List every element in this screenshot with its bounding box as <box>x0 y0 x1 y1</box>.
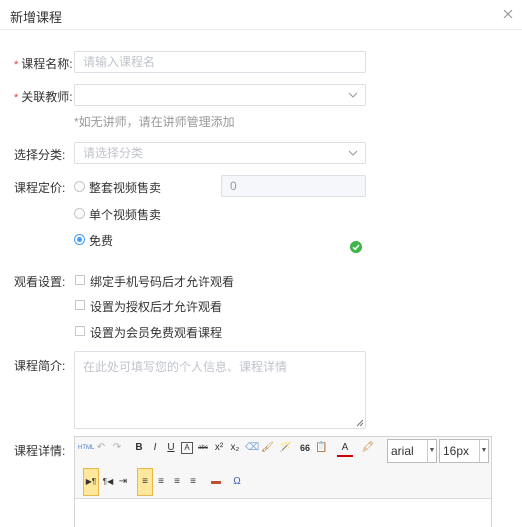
intro-textarea[interactable]: 在此处可填写您的个人信息、课程详情 <box>74 351 366 429</box>
viewing-checkbox-auth[interactable] <box>75 300 85 310</box>
insert-image-icon[interactable]: ▬ <box>209 473 223 491</box>
editor-content-area[interactable] <box>75 500 491 527</box>
teacher-hint: *如无讲师，请在讲师管理添加 <box>74 115 235 129</box>
viewing-option-auth[interactable]: 设置为授权后才允许观看 <box>90 298 222 315</box>
price-value: 0 <box>230 179 237 193</box>
category-placeholder: 请选择分类 <box>83 146 144 160</box>
font-border-icon[interactable]: A <box>181 442 193 454</box>
direction-rtl-icon[interactable]: ¶◀ <box>101 473 115 491</box>
course-name-placeholder: 请输入课程名 <box>83 55 156 69</box>
chevron-down-icon <box>348 92 358 98</box>
redo-icon[interactable]: ↷ <box>111 439 123 457</box>
indent-icon[interactable]: ⇥ <box>117 473 129 491</box>
editor-toolbar: HTML ↶ ↷ B I U A abc x² x₂ ⌫ 🖌 🪄 66 📋 A … <box>75 437 491 499</box>
rich-text-editor[interactable]: HTML ↶ ↷ B I U A abc x² x₂ ⌫ 🖌 🪄 66 📋 A … <box>74 436 492 527</box>
viewing-label: 观看设置: <box>14 275 66 289</box>
undo-icon[interactable]: ↶ <box>95 439 107 457</box>
teacher-label: * 关联教师: <box>14 90 73 104</box>
course-name-input[interactable]: 请输入课程名 <box>74 51 366 73</box>
pricing-label: 课程定价: <box>14 181 66 195</box>
pricing-radio-free[interactable] <box>74 234 85 245</box>
required-asterisk: * <box>14 92 19 104</box>
category-label: 选择分类: <box>14 148 66 162</box>
category-select[interactable]: 请选择分类 <box>74 142 366 164</box>
font-family-value: arial <box>391 444 414 458</box>
font-family-select[interactable]: arial ▼ <box>387 439 437 463</box>
intro-label: 课程简介: <box>14 359 66 373</box>
superscript-icon[interactable]: x² <box>213 439 225 457</box>
viewing-checkbox-phone[interactable] <box>75 275 85 285</box>
font-size-value: 16px <box>443 444 470 458</box>
check-circle-icon <box>350 241 362 253</box>
chevron-down-icon <box>348 150 358 156</box>
pricing-option-single[interactable]: 单个视频售卖 <box>89 206 161 223</box>
required-asterisk: * <box>14 59 19 71</box>
dialog-title: 新增课程 <box>10 10 63 25</box>
align-justify-icon[interactable]: ≡ <box>187 473 199 491</box>
teacher-select[interactable] <box>74 84 366 106</box>
course-name-label: * 课程名称: <box>14 57 73 71</box>
italic-icon[interactable]: I <box>149 439 161 457</box>
viewing-checkbox-member[interactable] <box>75 326 85 336</box>
direction-ltr-icon[interactable]: ▶¶ <box>83 468 99 496</box>
format-brush-icon[interactable]: 🖌 <box>261 439 274 457</box>
background-color-icon[interactable]: 🖍 <box>359 439 377 457</box>
intro-placeholder: 在此处可填写您的个人信息、课程详情 <box>83 360 288 374</box>
detail-label: 课程详情: <box>14 444 66 458</box>
caret-down-icon: ▼ <box>479 440 488 462</box>
align-left-icon[interactable]: ≡ <box>137 468 153 496</box>
price-input[interactable]: 0 <box>221 175 366 197</box>
align-center-icon[interactable]: ≡ <box>155 473 167 491</box>
close-icon[interactable] <box>502 8 514 20</box>
underline-icon[interactable]: U <box>165 439 177 457</box>
special-char-icon[interactable]: Ω <box>231 473 243 491</box>
paste-plain-icon[interactable]: 📋 <box>315 439 327 457</box>
eraser-icon[interactable]: ⌫ <box>245 439 259 457</box>
strikethrough-icon[interactable]: abc <box>196 439 210 457</box>
pricing-option-bundle[interactable]: 整套视频售卖 <box>89 179 161 196</box>
blockquote-icon[interactable]: 66 <box>299 439 311 457</box>
dialog-header: 新增课程 <box>0 0 522 30</box>
pricing-radio-bundle[interactable] <box>74 181 85 192</box>
viewing-option-member[interactable]: 设置为会员免费观看课程 <box>90 324 222 341</box>
pricing-option-free[interactable]: 免费 <box>89 232 113 249</box>
font-size-select[interactable]: 16px ▼ <box>439 439 489 463</box>
font-color-icon[interactable]: A <box>337 439 353 457</box>
resize-handle-icon[interactable] <box>356 419 364 427</box>
autotypeset-icon[interactable]: 🪄 <box>277 439 295 457</box>
viewing-option-phone[interactable]: 绑定手机号码后才允许观看 <box>90 273 234 290</box>
bold-icon[interactable]: B <box>133 439 145 457</box>
pricing-radio-single[interactable] <box>74 208 85 219</box>
caret-down-icon: ▼ <box>427 440 436 462</box>
html-source-icon[interactable]: HTML <box>78 439 94 457</box>
align-right-icon[interactable]: ≡ <box>171 473 183 491</box>
subscript-icon[interactable]: x₂ <box>229 439 241 457</box>
